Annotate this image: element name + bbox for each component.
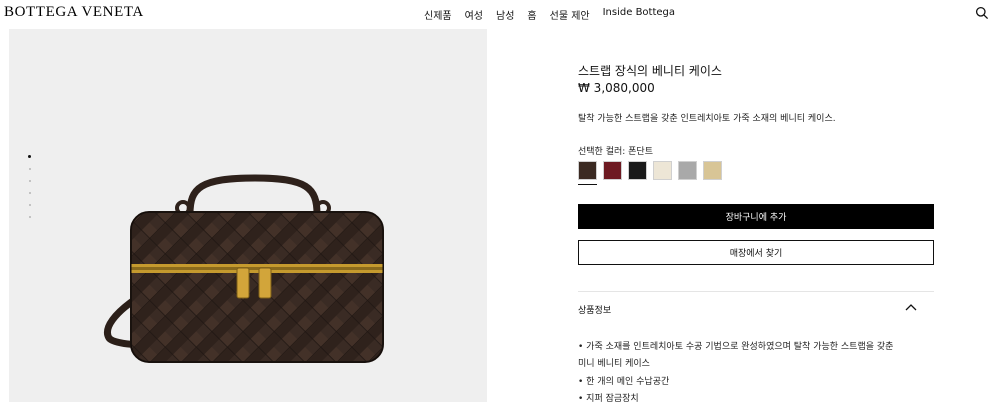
color-swatches (578, 161, 722, 180)
gallery-dot-4[interactable] (28, 192, 31, 194)
site-header: BOTTEGA VENETA 신제품 여성 남성 홈 선물 제안 Inside … (0, 0, 1000, 28)
product-image[interactable] (95, 168, 395, 388)
product-description: 탈착 가능한 스트랩을 갖춘 인트레치아토 가죽 소재의 베니티 케이스. (578, 114, 836, 124)
color-swatch-beige[interactable] (703, 161, 722, 180)
selected-swatch-indicator (578, 184, 597, 185)
color-swatch-cream[interactable] (653, 161, 672, 180)
gallery-dot-3[interactable] (28, 180, 31, 182)
info-line: • 한 개의 메인 수납공간 (578, 376, 670, 387)
chevron-up-icon[interactable] (905, 303, 917, 311)
search-icon[interactable] (975, 6, 989, 20)
gallery-dot-5[interactable] (28, 204, 31, 206)
color-swatch-burgundy[interactable] (603, 161, 622, 180)
section-divider (578, 291, 934, 292)
product-image-gallery (9, 29, 487, 402)
gallery-dot-6[interactable] (28, 216, 31, 218)
nav-gifts[interactable]: 선물 제안 (550, 7, 590, 22)
add-to-cart-button[interactable]: 장바구니에 추가 (578, 204, 934, 229)
nav-inside-bottega[interactable]: Inside Bottega (603, 7, 675, 22)
nav-new-arrivals[interactable]: 신제품 (424, 7, 452, 22)
product-info-content: • 가죽 소재를 인트레치아토 수공 기법으로 완성하였으며 탈착 가능한 스트… (578, 339, 938, 408)
nav-men[interactable]: 남성 (496, 7, 514, 22)
info-line: 미니 베니티 케이스 (578, 359, 650, 370)
gallery-dot-1[interactable] (28, 155, 31, 158)
color-swatch-fondant[interactable] (578, 161, 597, 180)
product-price: ₩ 3,080,000 (578, 81, 655, 95)
find-in-store-button[interactable]: 매장에서 찾기 (578, 240, 934, 265)
gallery-pagination (28, 155, 31, 218)
info-line: • 가죽 소재를 인트레치아토 수공 기법으로 완성하였으며 탈착 가능한 스트… (578, 342, 894, 352)
color-swatch-black[interactable] (628, 161, 647, 180)
gallery-dot-2[interactable] (28, 168, 31, 170)
main-nav: 신제품 여성 남성 홈 선물 제안 Inside Bottega (424, 7, 675, 22)
product-info-accordion-title[interactable]: 상품정보 (578, 303, 611, 316)
brand-logo[interactable]: BOTTEGA VENETA (4, 4, 144, 21)
selected-color-label: 선택한 컬러: 폰단트 (578, 147, 653, 157)
product-title: 스트랩 장식의 베니티 케이스 (578, 64, 722, 78)
nav-home[interactable]: 홈 (527, 7, 536, 22)
nav-women[interactable]: 여성 (465, 7, 483, 22)
color-swatch-grey[interactable] (678, 161, 697, 180)
info-line: • 지퍼 잠금장치 (578, 393, 639, 404)
